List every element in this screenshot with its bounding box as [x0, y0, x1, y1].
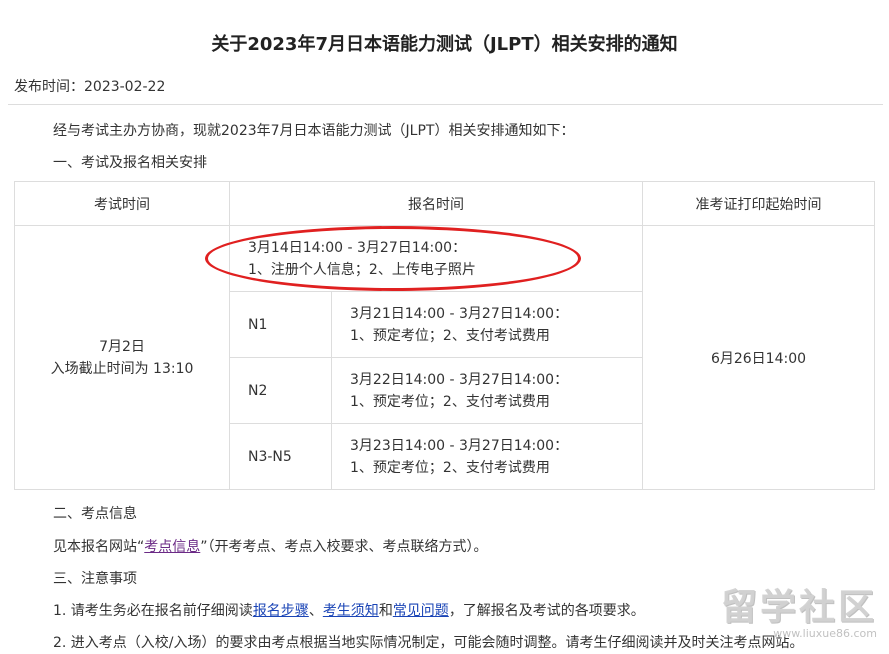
header-print-time: 准考证打印起始时间: [642, 181, 875, 226]
level-time: 3月23日14:00 - 3月27日14:00：: [350, 437, 569, 454]
exam-time-cell: 7月2日 入场截止时间为 13:10: [14, 225, 230, 490]
candidate-guidelines-link[interactable]: 考生须知: [323, 603, 379, 619]
table-header-row: 考试时间 报名时间 准考证打印起始时间: [14, 181, 875, 226]
table-row: 7月2日 入场截止时间为 13:10 3月14日14:00 - 3月27日14:…: [14, 225, 875, 490]
level-schedule-cell: 3月21日14:00 - 3月27日14:00： 1、预定考位；2、支付考试费用: [331, 291, 643, 358]
registration-step-time: 3月14日14:00 - 3月27日14:00：: [248, 239, 467, 256]
section-heading-venue: 二、考点信息: [53, 506, 137, 522]
venue-paragraph: 见本报名网站“考点信息”（开考考点、考点入校要求、考点联络方式）。: [53, 536, 488, 556]
schedule-table: 考试时间 报名时间 准考证打印起始时间 7月2日 入场截止时间为 13:10 3…: [14, 181, 875, 490]
header-registration-time: 报名时间: [229, 181, 643, 226]
registration-step-cell: 3月14日14:00 - 3月27日14:00： 1、注册个人信息；2、上传电子…: [229, 225, 643, 292]
exam-cutoff: 入场截止时间为 13:10: [50, 360, 194, 377]
level-desc: 1、预定考位；2、支付考试费用: [350, 393, 550, 410]
exam-date: 7月2日: [99, 338, 145, 355]
level-cell: N2: [229, 357, 332, 424]
intro-paragraph: 经与考试主办方协商，现就2023年7月日本语能力测试（JLPT）相关安排通知如下…: [53, 123, 575, 139]
note1-separator: 和: [378, 603, 393, 619]
registration-step-desc: 1、注册个人信息；2、上传电子照片: [248, 261, 476, 278]
divider: [8, 104, 883, 105]
venue-quote-close: ”: [200, 539, 208, 555]
level-time: 3月22日14:00 - 3月27日14:00：: [350, 371, 569, 388]
registration-steps-link[interactable]: 报名步骤: [253, 603, 309, 619]
print-time-cell: 6月26日14:00: [642, 225, 875, 490]
section-heading-arrangement: 一、考试及报名相关安排: [53, 155, 207, 171]
note-item: 1. 请考生务必在报名前仔细阅读报名步骤、考生须知和常见问题，了解报名及考试的各…: [53, 600, 645, 620]
level-cell: N1: [229, 291, 332, 358]
note1-separator: 、: [308, 603, 323, 619]
level-schedule-cell: 3月22日14:00 - 3月27日14:00： 1、预定考位；2、支付考试费用: [331, 357, 643, 424]
note1-suffix: ，了解报名及考试的各项要求。: [448, 603, 645, 619]
level-time: 3月21日14:00 - 3月27日14:00：: [350, 305, 569, 322]
level-schedule-cell: 3月23日14:00 - 3月27日14:00： 1、预定考位；2、支付考试费用: [331, 423, 643, 490]
venue-prefix: 见本报名网站: [53, 539, 137, 555]
note1-prefix: 1. 请考生务必在报名前仔细阅读: [53, 603, 253, 619]
faq-link[interactable]: 常见问题: [393, 603, 449, 619]
page-title: 关于2023年7月日本语能力测试（JLPT）相关安排的通知: [211, 34, 678, 55]
watermark-url: www.liuxue86.com: [773, 627, 877, 640]
level-desc: 1、预定考位；2、支付考试费用: [350, 327, 550, 344]
note-item: 2. 进入考点（入校/入场）的要求由考点根据当地实际情况制定，可能会随时调整。请…: [53, 635, 804, 651]
venue-suffix: （开考考点、考点入校要求、考点联络方式）。: [207, 539, 488, 555]
level-desc: 1、预定考位；2、支付考试费用: [350, 459, 550, 476]
watermark-text: 留学社区: [720, 587, 877, 628]
watermark-logo: 留学社区 www.liuxue86.com: [721, 588, 877, 640]
publish-date: 发布时间：2023-02-22: [14, 79, 166, 95]
level-cell: N3-N5: [229, 423, 332, 490]
header-exam-time: 考试时间: [14, 181, 230, 226]
venue-info-link[interactable]: 考点信息: [144, 539, 200, 555]
section-heading-notes: 三、注意事项: [53, 571, 137, 587]
